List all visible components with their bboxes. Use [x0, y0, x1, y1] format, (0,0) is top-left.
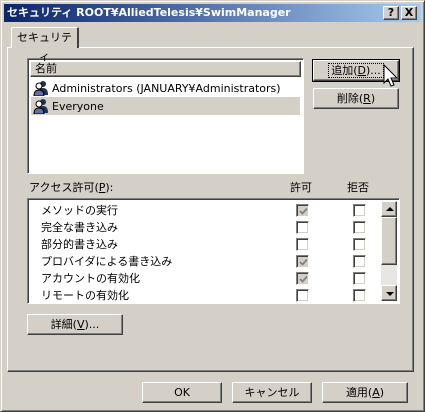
- allow-checkbox[interactable]: [296, 204, 309, 217]
- list-item-everyone[interactable]: Everyone: [31, 97, 300, 115]
- permission-name: 部分的書き込み: [41, 238, 118, 251]
- permission-row: プロバイダによる書き込み: [31, 253, 379, 270]
- permission-name: メソッドの実行: [41, 204, 118, 217]
- checkmark-icon: [299, 207, 308, 215]
- list-item-administrators[interactable]: Administrators (JANUARY¥Administrators): [31, 79, 300, 97]
- permission-row: 部分的書き込み: [31, 236, 379, 253]
- permission-name: リモートの有効化: [41, 289, 129, 302]
- window-title: セキュリティ ROOT¥AlliedTelesis¥SwimManager: [7, 6, 291, 19]
- close-button[interactable]: X: [401, 6, 417, 20]
- permission-row: アカウントの有効化: [31, 270, 379, 287]
- remove-button[interactable]: 削除(R): [313, 88, 399, 109]
- advanced-button[interactable]: 詳細(V)...: [27, 314, 123, 335]
- scroll-thumb[interactable]: [381, 217, 397, 265]
- mouse-pointer-icon: [383, 64, 399, 87]
- permission-name: 完全な書き込み: [41, 221, 118, 234]
- permission-name: プロバイダによる書き込み: [41, 255, 173, 268]
- apply-button[interactable]: 適用(A): [322, 382, 408, 403]
- allow-checkbox[interactable]: [296, 238, 309, 251]
- group-user-icon: [33, 99, 48, 114]
- help-icon: ?: [387, 6, 395, 19]
- names-listbox[interactable]: 名前 Administrators (JANUARY¥Administrator…: [27, 58, 304, 174]
- cancel-button-label: キャンセル: [244, 386, 300, 399]
- permission-row: リモートの有効化: [31, 287, 379, 304]
- deny-checkbox[interactable]: [353, 238, 366, 251]
- allow-checkbox[interactable]: [296, 255, 309, 268]
- cancel-button[interactable]: キャンセル: [232, 382, 312, 403]
- allow-column-header: 許可: [290, 181, 312, 194]
- close-icon: X: [404, 6, 414, 19]
- ok-button-label: OK: [174, 386, 190, 399]
- deny-checkbox[interactable]: [353, 272, 366, 285]
- allow-checkbox[interactable]: [296, 289, 309, 302]
- security-dialog: セキュリティ ROOT¥AlliedTelesis¥SwimManager ? …: [0, 0, 425, 412]
- help-button[interactable]: ?: [383, 6, 399, 20]
- ok-button[interactable]: OK: [142, 382, 222, 403]
- permissions-label: アクセス許可(P):: [29, 181, 114, 194]
- checkmark-icon: [299, 258, 308, 266]
- deny-column-header: 拒否: [347, 181, 369, 194]
- scroll-up-arrow-icon: [386, 207, 394, 211]
- list-item-label: Administrators (JANUARY¥Administrators): [52, 81, 281, 95]
- permissions-listbox[interactable]: メソッドの実行 完全な書き込み 部分的書き込みプロバイダによる書き込み アカウントの有…: [27, 198, 400, 304]
- apply-button-label: 適用(A): [345, 386, 385, 399]
- list-item-label: Everyone: [52, 99, 104, 113]
- tab-security[interactable]: セキュリティ: [11, 27, 79, 63]
- allow-checkbox[interactable]: [296, 221, 309, 234]
- scroll-down-arrow-icon: [386, 292, 394, 296]
- deny-checkbox[interactable]: [353, 204, 366, 217]
- permissions-scrollbar[interactable]: [381, 201, 397, 301]
- add-button-label: 追加(D)...: [328, 63, 384, 78]
- title-bar[interactable]: セキュリティ ROOT¥AlliedTelesis¥SwimManager ? …: [4, 4, 421, 22]
- deny-checkbox[interactable]: [353, 255, 366, 268]
- permission-row: 完全な書き込み: [31, 219, 379, 236]
- remove-button-label: 削除(R): [336, 92, 376, 105]
- deny-checkbox[interactable]: [353, 221, 366, 234]
- group-user-icon: [33, 81, 48, 96]
- permission-row: メソッドの実行: [31, 202, 379, 219]
- deny-checkbox[interactable]: [353, 289, 366, 302]
- advanced-button-label: 詳細(V)...: [50, 318, 100, 331]
- permission-name: アカウントの有効化: [41, 272, 140, 285]
- scroll-up-button[interactable]: [381, 201, 397, 217]
- names-column-header[interactable]: 名前: [30, 61, 301, 77]
- scroll-down-button[interactable]: [381, 285, 397, 301]
- allow-checkbox[interactable]: [296, 272, 309, 285]
- checkmark-icon: [299, 275, 308, 283]
